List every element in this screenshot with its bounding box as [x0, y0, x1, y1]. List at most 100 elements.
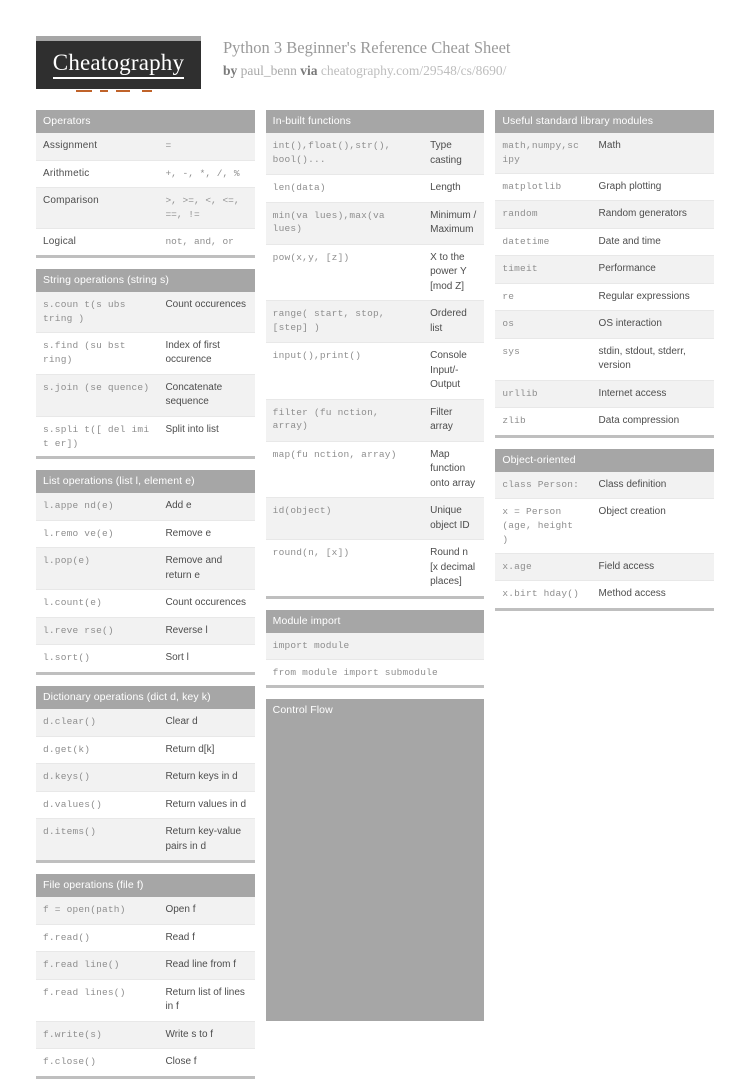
row-description-cell: Read line from f [165, 959, 237, 971]
row-description-cell: Class definition [598, 478, 667, 490]
row-code-cell: f.read line() [43, 959, 120, 971]
table-row: s.join (se quence) Concatenate sequence [36, 374, 255, 417]
row-code-cell: f.read() [43, 931, 91, 943]
table-row: timeit Performance [495, 256, 715, 284]
row-code-cell: l.sort() [43, 652, 91, 664]
row-description-cell: Graph plotting [598, 180, 662, 192]
row-code-cell: f = open(path) [43, 904, 126, 916]
row-code-cell: random [502, 208, 538, 220]
table-row: round(n, [x]) Round n [x decimal places] [265, 540, 485, 596]
table-row: l.reve rse() Reverse l [36, 617, 255, 646]
row-code-cell: x.age [502, 560, 532, 572]
row-description-cell: +, -, *, /, % [165, 167, 240, 179]
via-label: via [300, 62, 318, 78]
row-code-cell: map(fu nction, array) [272, 448, 397, 460]
logo-accent-marks [60, 90, 178, 92]
card-control-flow: Control Flow [265, 699, 485, 1022]
row-description-cell: Console Input/-Output [430, 350, 467, 391]
table-row: f.read line() Read line from f [36, 952, 255, 980]
row-description-cell: Return d[k] [165, 743, 215, 755]
card-title: File operations (file f) [36, 874, 255, 898]
card-rows: int(),float(),str(), bool()... Type casti… [265, 133, 485, 596]
row-description-cell: Field access [598, 560, 655, 572]
row-code-cell: os [502, 318, 515, 330]
row-code-cell: import module [272, 639, 350, 651]
row-description-cell: Minimum / Maximum [430, 209, 477, 236]
row-code-cell: Assignment [43, 140, 98, 152]
row-description-cell: Return values in d [165, 798, 247, 810]
card-rows: l.appe nd(e) Add e l.remo ve(e) Remove e l.p… [36, 493, 255, 672]
page-header: Cheatography Python 3 Beginner's Referen… [0, 0, 750, 92]
table-row: random Random generators [495, 201, 715, 229]
row-description-cell: Ordered list [430, 308, 467, 334]
card-title: Operators [36, 110, 255, 134]
row-code-cell: d.get(k) [43, 743, 91, 755]
row-description-cell: Data compression [598, 415, 680, 427]
card-string-operations-string-s: String operations (string s) s.coun t(s u… [36, 269, 255, 460]
table-row: from module import submodule [265, 659, 485, 686]
table-row: sys stdin, stdout, stderr, version [495, 338, 715, 381]
table-row: x.birt hday() Method access [495, 581, 715, 608]
row-code-cell: x = Person (age, height ) [502, 506, 574, 545]
logo-text: Cheatography [52, 51, 185, 79]
table-row: import module [265, 632, 485, 660]
table-row: Arithmetic +, -, *, /, % [36, 160, 255, 189]
cheatography-logo[interactable]: Cheatography [36, 36, 201, 92]
row-description-cell: Date and time [598, 235, 661, 247]
byline: by paul_benn via cheatography.com/29548/… [223, 62, 511, 80]
table-row: math,numpy,sc ipy Math [495, 133, 715, 174]
table-row: pow(x,y, [z]) X to the power Y [mod Z] [265, 244, 485, 302]
row-code-cell: Comparison [43, 195, 99, 207]
row-description-cell: Type casting [430, 140, 462, 166]
column-1: Operators Assignment = Arithmetic +, -, *, /… [36, 110, 255, 1090]
table-row: f.write(s) Write s to f [36, 1021, 255, 1050]
card-useful-standard-library-modules: Useful standard library modules math,nump… [495, 110, 715, 438]
table-row: f.read lines() Return list of lines in f [36, 979, 255, 1022]
row-code-cell: d.items() [43, 826, 97, 838]
row-description-cell: Open f [165, 904, 196, 916]
table-row: l.pop(e) Remove and return e [36, 548, 255, 591]
table-row: min(va lues),max(va lues) Minimum / Maxim… [265, 202, 485, 245]
row-description-cell: Split into list [165, 423, 219, 435]
card-rows: f = open(path) Open f f.read() Read f f.read… [36, 897, 255, 1076]
row-code-cell: l.pop(e) [43, 555, 91, 567]
source-url[interactable]: cheatography.com/29548/cs/8690/ [321, 63, 506, 78]
row-description-cell: Performance [598, 263, 656, 275]
table-row: Assignment = [36, 133, 255, 161]
row-description-cell: Length [430, 182, 461, 194]
table-row: l.count(e) Count occurences [36, 590, 255, 618]
row-description-cell: OS interaction [598, 318, 662, 330]
row-code-cell: class Person: [502, 478, 580, 490]
row-code-cell: s.coun t(s ubs tring ) [43, 299, 126, 325]
table-row: s.spli t([ del imi t er]) Split into list [36, 416, 255, 457]
row-code-cell: id(object) [272, 505, 332, 517]
table-row: x = Person (age, height ) Object creation [495, 499, 715, 554]
row-code-cell: round(n, [x]) [272, 547, 350, 559]
card-rows: import module from module import submodul… [265, 632, 485, 686]
row-description-cell: Write s to f [165, 1028, 214, 1040]
table-row: f.close() Close f [36, 1049, 255, 1076]
row-description-cell: Concatenate sequence [165, 381, 223, 408]
row-code-cell: l.remo ve(e) [43, 527, 114, 539]
row-description-cell: Count occurences [165, 299, 247, 311]
empty-section-body [265, 721, 485, 1022]
card-rows: Assignment = Arithmetic +, -, *, /, % Compar… [36, 133, 255, 256]
table-row: len(data) Length [265, 175, 485, 203]
row-code-cell: urllib [502, 387, 538, 399]
table-row: d.items() Return key-value pairs in d [36, 819, 255, 861]
row-code-cell: f.read lines() [43, 986, 126, 998]
row-code-cell: matplotlib [502, 180, 562, 192]
card-operators: Operators Assignment = Arithmetic +, -, *, /… [36, 110, 255, 259]
table-row: os OS interaction [495, 311, 715, 339]
card-rows: math,numpy,sc ipy Math matplotlib Graph plo… [495, 133, 715, 435]
table-row: id(object) Unique object ID [265, 498, 485, 541]
row-code-cell: re [502, 290, 515, 302]
table-row: d.keys() Return keys in d [36, 764, 255, 792]
row-code-cell: d.clear() [43, 716, 97, 728]
row-code-cell: l.count(e) [43, 597, 103, 609]
row-code-cell: Logical [43, 235, 77, 247]
card-title: String operations (string s) [36, 269, 255, 293]
table-row: re Regular expressions [495, 283, 715, 312]
row-code-cell: len(data) [272, 182, 326, 194]
page-title: Python 3 Beginner's Reference Cheat Shee… [223, 38, 511, 57]
